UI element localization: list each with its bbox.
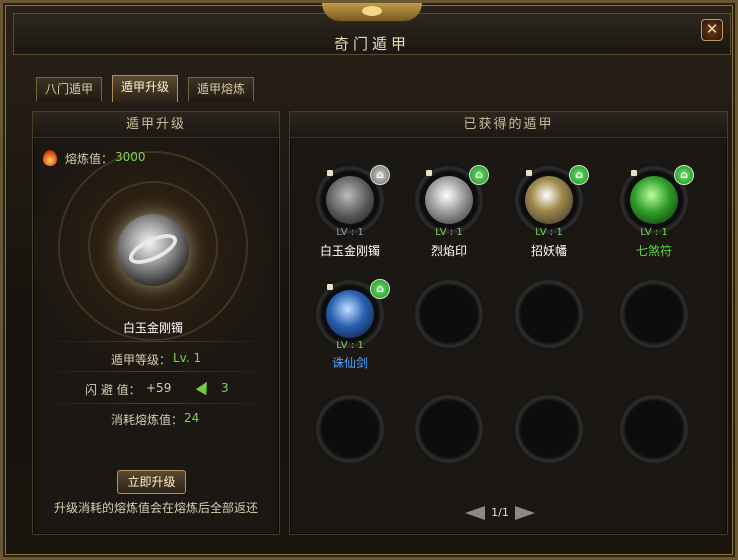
item-name: 白玉金刚镯 (319, 244, 380, 258)
item-level: LV : 1 (535, 227, 563, 238)
empty-slot[interactable] (513, 393, 585, 465)
empty-slot[interactable] (618, 278, 690, 350)
smelt-label: 熔炼值： (65, 152, 114, 166)
empty-slot[interactable] (618, 393, 690, 465)
item-name: 招妖幡 (530, 244, 567, 258)
upgrade-badge-icon: ⌂ (674, 165, 694, 185)
tab-dunjia-upgrade[interactable]: 遁甲升级 (112, 75, 178, 102)
dodge-value: +59 (146, 381, 172, 395)
next-page-icon[interactable] (515, 506, 535, 520)
upgrade-badge-icon: ⌂ (569, 165, 589, 185)
lock-icon (631, 170, 637, 176)
smelt-value: 3000 (115, 150, 146, 164)
tab-bamen-dunjia[interactable]: 八门遁甲 (36, 77, 102, 101)
item-level: LV : 1 (336, 340, 364, 351)
prev-page-icon[interactable] (465, 506, 485, 520)
item-level: LV : 1 (336, 227, 364, 238)
divider (39, 341, 273, 342)
armor-slot-2[interactable]: ⌂ (413, 164, 489, 236)
page-indicator: 1/1 (491, 506, 509, 519)
dodge-increase: 3 (221, 381, 229, 395)
level-value: Lv. 1 (173, 351, 202, 365)
lock-icon (327, 284, 333, 290)
item-level: LV : 1 (640, 227, 668, 238)
item-level: LV : 1 (435, 227, 463, 238)
upgrade-badge-icon: ⌂ (370, 279, 390, 299)
owned-armor-header: 已获得的遁甲 (290, 112, 727, 138)
fire-icon (43, 150, 57, 166)
lock-icon (526, 170, 532, 176)
armor-slot-3[interactable]: ⌂ (513, 164, 589, 236)
upgrade-now-button[interactable]: 立即升级 (117, 470, 186, 494)
lock-icon (327, 170, 333, 176)
divider (39, 403, 273, 404)
dodge-label: 闪 避 值： (85, 383, 141, 397)
level-label: 遁甲等级： (111, 353, 172, 367)
upgrade-badge-icon: ⌂ (370, 165, 390, 185)
empty-slot[interactable] (314, 393, 386, 465)
selected-armor-icon[interactable] (117, 214, 189, 286)
tab-dunjia-smelt[interactable]: 遁甲熔炼 (188, 77, 254, 101)
upgrade-badge-icon: ⌂ (469, 165, 489, 185)
cost-label: 消耗熔炼值： (111, 413, 184, 427)
armor-slot-1[interactable]: ⌂ (314, 164, 390, 236)
item-name: 烈焰印 (430, 244, 467, 258)
close-icon[interactable]: ✕ (701, 19, 723, 41)
empty-slot[interactable] (513, 278, 585, 350)
empty-slot[interactable] (413, 278, 485, 350)
item-name: 诛仙剑 (331, 356, 368, 370)
window-title: 奇门遁甲 (333, 35, 410, 53)
selected-item-name: 白玉金刚镯 (122, 321, 183, 335)
upgrade-note: 升级消耗的熔炼值会在熔炼后全部返还 (53, 501, 258, 515)
divider (39, 371, 273, 372)
armor-slot-4[interactable]: ⌂ (618, 164, 694, 236)
empty-slot[interactable] (413, 393, 485, 465)
item-name: 七煞符 (635, 244, 672, 258)
title-ornament (322, 3, 422, 21)
lock-icon (426, 170, 432, 176)
cost-value: 24 (184, 411, 200, 425)
upgrade-window: 奇门遁甲 ✕ 八门遁甲 遁甲升级 遁甲熔炼 遁甲升级 熔炼值： 3000 白玉金… (0, 0, 738, 560)
